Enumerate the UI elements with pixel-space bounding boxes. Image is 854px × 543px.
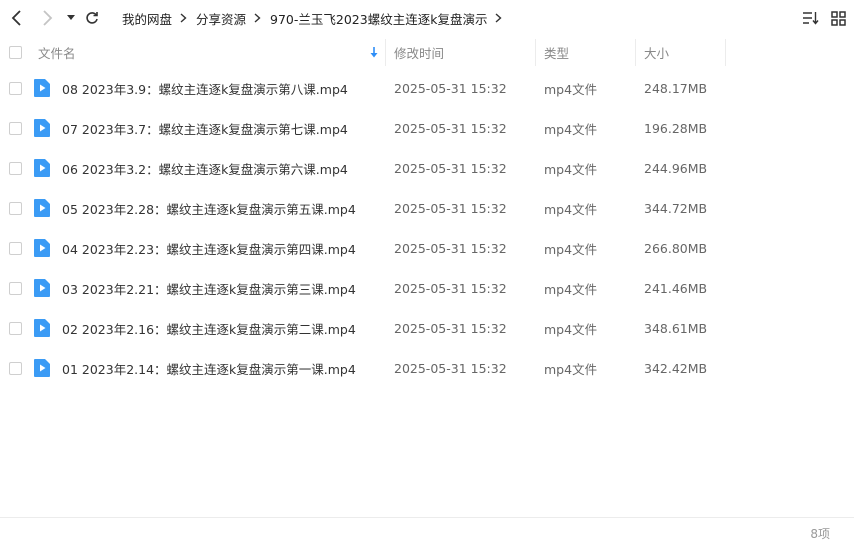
file-row[interactable]: 07 2023年3.7：螺纹主连逐k复盘演示第七课.mp4 2025-05-31 … <box>0 108 854 148</box>
sort-desc-icon[interactable] <box>370 37 378 68</box>
file-name[interactable]: 04 2023年2.23：螺纹主连逐k复盘演示第四课.mp4 <box>62 228 356 268</box>
file-modified: 2025-05-31 15:32 <box>394 120 507 136</box>
file-row[interactable]: 08 2023年3.9：螺纹主连逐k复盘演示第八课.mp4 2025-05-31 … <box>0 68 854 108</box>
file-size: 342.42MB <box>644 360 708 376</box>
file-row[interactable]: 01 2023年2.14：螺纹主连逐k复盘演示第一课.mp4 2025-05-31… <box>0 348 854 388</box>
file-type: mp4文件 <box>544 201 598 217</box>
sort-list-icon <box>802 12 819 25</box>
file-list: 08 2023年3.9：螺纹主连逐k复盘演示第八课.mp4 2025-05-31 … <box>0 68 854 388</box>
video-file-icon <box>34 239 50 257</box>
file-type: mp4文件 <box>544 281 598 297</box>
file-type: mp4文件 <box>544 81 598 97</box>
file-type: mp4文件 <box>544 321 598 337</box>
caret-down-icon <box>67 15 75 20</box>
item-count: 8项 <box>810 527 830 541</box>
file-name[interactable]: 06 2023年3.2：螺纹主连逐k复盘演示第六课.mp4 <box>62 148 348 188</box>
file-modified: 2025-05-31 15:32 <box>394 240 507 256</box>
file-size: 344.72MB <box>644 200 708 216</box>
video-file-icon <box>34 199 50 217</box>
video-file-icon <box>34 159 50 177</box>
file-modified: 2025-05-31 15:32 <box>394 280 507 296</box>
breadcrumb-expand-button[interactable] <box>495 13 503 23</box>
file-size: 244.96MB <box>644 160 708 176</box>
file-name[interactable]: 02 2023年2.16：螺纹主连逐k复盘演示第二课.mp4 <box>62 308 356 348</box>
video-file-icon <box>34 319 50 337</box>
file-size: 196.28MB <box>644 120 708 136</box>
file-row[interactable]: 02 2023年2.16：螺纹主连逐k复盘演示第二课.mp4 2025-05-31… <box>0 308 854 348</box>
file-name[interactable]: 08 2023年3.9：螺纹主连逐k复盘演示第八课.mp4 <box>62 68 348 108</box>
file-name[interactable]: 07 2023年3.7：螺纹主连逐k复盘演示第七课.mp4 <box>62 108 348 148</box>
file-type: mp4文件 <box>544 361 598 377</box>
column-size-header[interactable]: 大小 <box>644 37 669 68</box>
column-modified-header[interactable]: 修改时间 <box>394 37 444 68</box>
file-row[interactable]: 04 2023年2.23：螺纹主连逐k复盘演示第四课.mp4 2025-05-31… <box>0 228 854 268</box>
file-size: 348.61MB <box>644 320 708 336</box>
toolbar: 我的网盘 分享资源 970-兰玉飞2023螺纹主连逐k复盘演示 <box>0 0 854 36</box>
file-name[interactable]: 03 2023年2.21：螺纹主连逐k复盘演示第三课.mp4 <box>62 268 356 308</box>
sort-button[interactable] <box>801 9 819 27</box>
select-all-checkbox[interactable] <box>9 37 22 68</box>
forward-button[interactable] <box>37 8 57 28</box>
history-dropdown-button[interactable] <box>61 8 81 28</box>
video-file-icon <box>34 279 50 297</box>
refresh-button[interactable] <box>82 8 102 28</box>
file-type: mp4文件 <box>544 121 598 137</box>
row-checkbox[interactable] <box>9 82 22 95</box>
chevron-left-icon <box>11 10 21 26</box>
grid-view-icon <box>830 10 846 26</box>
row-checkbox[interactable] <box>9 202 22 215</box>
file-size: 248.17MB <box>644 80 708 96</box>
breadcrumb-item[interactable]: 分享资源 <box>196 9 246 28</box>
file-type: mp4文件 <box>544 161 598 177</box>
file-name[interactable]: 05 2023年2.28：螺纹主连逐k复盘演示第五课.mp4 <box>62 188 356 228</box>
file-type: mp4文件 <box>544 241 598 257</box>
chevron-right-icon <box>43 10 53 26</box>
column-name-header[interactable]: 文件名 <box>38 37 76 68</box>
file-modified: 2025-05-31 15:32 <box>394 200 507 216</box>
chevron-right-icon <box>254 13 261 23</box>
column-header: 文件名 修改时间 类型 大小 <box>0 37 854 68</box>
row-checkbox[interactable] <box>9 242 22 255</box>
file-row[interactable]: 03 2023年2.21：螺纹主连逐k复盘演示第三课.mp4 2025-05-31… <box>0 268 854 308</box>
chevron-right-icon <box>180 13 187 23</box>
row-checkbox[interactable] <box>9 282 22 295</box>
row-checkbox[interactable] <box>9 322 22 335</box>
column-type-header[interactable]: 类型 <box>544 37 569 68</box>
file-modified: 2025-05-31 15:32 <box>394 360 507 376</box>
chevron-right-icon <box>495 13 503 23</box>
video-file-icon <box>34 79 50 97</box>
video-file-icon <box>34 119 50 137</box>
file-size: 241.46MB <box>644 280 708 296</box>
file-modified: 2025-05-31 15:32 <box>394 320 507 336</box>
refresh-icon <box>86 12 98 24</box>
file-modified: 2025-05-31 15:32 <box>394 160 507 176</box>
breadcrumb-item-current[interactable]: 970-兰玉飞2023螺纹主连逐k复盘演示 <box>270 9 487 28</box>
back-button[interactable] <box>7 8 27 28</box>
file-name[interactable]: 01 2023年2.14：螺纹主连逐k复盘演示第一课.mp4 <box>62 348 356 388</box>
row-checkbox[interactable] <box>9 162 22 175</box>
grid-view-button[interactable] <box>829 9 847 27</box>
video-file-icon <box>34 359 50 377</box>
file-row[interactable]: 05 2023年2.28：螺纹主连逐k复盘演示第五课.mp4 2025-05-31… <box>0 188 854 228</box>
file-size: 266.80MB <box>644 240 708 256</box>
file-modified: 2025-05-31 15:32 <box>394 80 507 96</box>
breadcrumb: 我的网盘 分享资源 970-兰玉飞2023螺纹主连逐k复盘演示 <box>122 9 511 28</box>
file-row[interactable]: 06 2023年3.2：螺纹主连逐k复盘演示第六课.mp4 2025-05-31 … <box>0 148 854 188</box>
footer-divider <box>0 517 854 518</box>
row-checkbox[interactable] <box>9 362 22 375</box>
breadcrumb-item[interactable]: 我的网盘 <box>122 9 172 28</box>
row-checkbox[interactable] <box>9 122 22 135</box>
